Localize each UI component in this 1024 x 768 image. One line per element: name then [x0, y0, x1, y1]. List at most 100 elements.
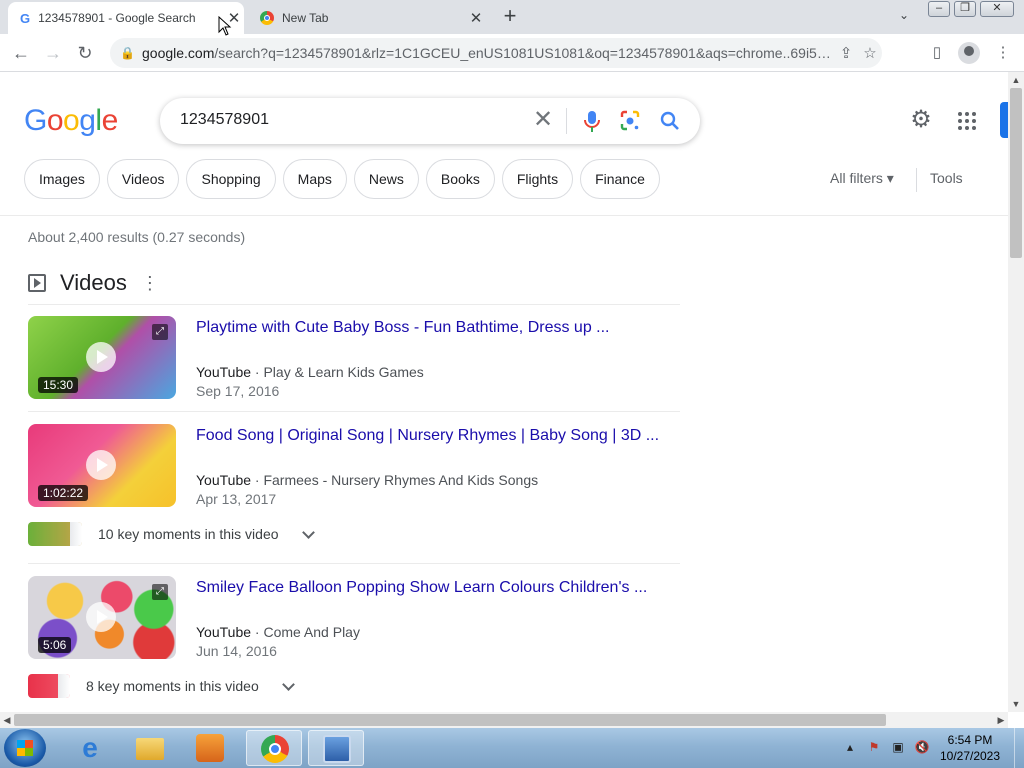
- vertical-scroll-thumb[interactable]: [1010, 88, 1022, 258]
- minimize-button[interactable]: –: [928, 1, 950, 17]
- scroll-right-arrow-icon[interactable]: ▶: [994, 712, 1008, 728]
- search-box[interactable]: 1234578901 ✕: [160, 98, 700, 144]
- start-button[interactable]: [4, 729, 46, 767]
- chrome-favicon-icon: [260, 11, 274, 25]
- chip-videos[interactable]: Videos: [106, 159, 180, 199]
- remote-desktop-icon: [323, 735, 351, 763]
- scroll-left-arrow-icon[interactable]: ◀: [0, 712, 14, 728]
- chevron-down-icon[interactable]: [281, 679, 295, 693]
- key-moments-thumbnail: [28, 674, 70, 698]
- chip-shopping[interactable]: Shopping: [186, 159, 276, 199]
- network-icon[interactable]: ▣: [890, 740, 906, 756]
- folder-icon: [136, 738, 164, 760]
- google-apps-grid-icon[interactable]: [958, 112, 976, 130]
- tab-title: New Tab: [282, 11, 329, 25]
- new-tab-button[interactable]: +: [498, 5, 522, 29]
- video-date: Apr 13, 2017: [196, 491, 277, 507]
- search-input[interactable]: 1234578901: [180, 111, 269, 129]
- taskbar-internet-explorer[interactable]: e: [62, 730, 118, 766]
- scroll-down-arrow-icon[interactable]: ▼: [1009, 696, 1023, 712]
- settings-gear-icon[interactable]: ⚙: [909, 108, 933, 132]
- search-divider: [566, 108, 567, 134]
- video-title-link[interactable]: Food Song | Original Song | Nursery Rhym…: [196, 427, 666, 445]
- all-filters-button[interactable]: All filters ▾: [830, 170, 894, 187]
- tab-title: 1234578901 - Google Search: [38, 11, 196, 25]
- clear-search-icon[interactable]: ✕: [530, 107, 556, 133]
- forward-button[interactable]: →: [40, 40, 66, 66]
- google-favicon-icon: G: [20, 10, 31, 26]
- reload-button[interactable]: ↻: [72, 40, 98, 66]
- search-results-page: Google 1234578901 ✕ ⚙ Images Videos Shop…: [0, 72, 1008, 712]
- key-moments-toggle[interactable]: 8 key moments in this video: [28, 674, 295, 698]
- video-meta: YouTube · Come And Play: [196, 624, 360, 640]
- play-icon: [86, 342, 116, 372]
- bookmark-star-icon[interactable]: ☆: [858, 44, 882, 62]
- video-title-link[interactable]: Playtime with Cute Baby Boss - Fun Batht…: [196, 319, 666, 337]
- chip-finance[interactable]: Finance: [580, 159, 660, 199]
- more-options-icon[interactable]: ⋮: [141, 274, 159, 292]
- microphone-icon[interactable]: [580, 108, 604, 134]
- header-divider: [0, 215, 1008, 216]
- key-moments-label: 8 key moments in this video: [86, 678, 259, 694]
- video-thumbnail[interactable]: 1:02:22: [28, 424, 176, 507]
- google-lens-icon[interactable]: [618, 108, 642, 134]
- scroll-up-arrow-icon[interactable]: ▲: [1009, 72, 1023, 88]
- share-icon[interactable]: ⇪: [834, 44, 858, 62]
- tab-strip: G 1234578901 - Google Search ✕ New Tab ✕…: [0, 0, 1024, 34]
- horizontal-scroll-thumb[interactable]: [14, 714, 886, 726]
- google-logo[interactable]: Google: [24, 104, 118, 138]
- chevron-down-icon[interactable]: [301, 527, 315, 541]
- show-desktop-button[interactable]: [1014, 728, 1024, 768]
- clock-time: 6:54 PM: [947, 733, 993, 747]
- close-tab-icon[interactable]: ✕: [466, 9, 486, 27]
- lock-icon[interactable]: 🔒: [120, 46, 135, 60]
- tab-search-chevron-icon[interactable]: ⌄: [894, 8, 914, 26]
- videos-heading: Videos: [60, 270, 127, 295]
- expand-icon[interactable]: ⤢: [152, 584, 168, 600]
- taskbar-remote-desktop[interactable]: [308, 730, 364, 766]
- menu-kebab-icon[interactable]: ⋮: [992, 42, 1014, 64]
- video-duration: 15:30: [38, 377, 79, 393]
- chrome-icon: [261, 735, 289, 763]
- restore-button[interactable]: ❐: [954, 1, 976, 17]
- chip-books[interactable]: Books: [425, 159, 495, 199]
- chip-maps[interactable]: Maps: [282, 159, 347, 199]
- video-play-icon: [28, 274, 46, 292]
- address-bar[interactable]: 🔒 google.com/search?q=1234578901&rlz=1C1…: [110, 38, 882, 68]
- taskbar-media-player[interactable]: [182, 730, 238, 766]
- search-icon[interactable]: [658, 108, 682, 134]
- media-player-icon: [196, 734, 224, 762]
- tools-button[interactable]: Tools: [930, 170, 963, 186]
- key-moments-toggle[interactable]: 10 key moments in this video: [28, 522, 315, 546]
- video-title-link[interactable]: Smiley Face Balloon Popping Show Learn C…: [196, 579, 666, 597]
- chip-images[interactable]: Images: [24, 159, 100, 199]
- tab-new-tab[interactable]: New Tab ✕: [250, 2, 486, 34]
- taskbar-chrome[interactable]: [246, 730, 302, 766]
- video-meta: YouTube · Play & Learn Kids Games: [196, 364, 424, 380]
- sign-in-button[interactable]: [1000, 102, 1008, 138]
- chip-news[interactable]: News: [353, 159, 419, 199]
- show-hidden-icons-chevron-icon[interactable]: ▴: [842, 740, 858, 756]
- result-stats: About 2,400 results (0.27 seconds): [28, 229, 246, 245]
- video-thumbnail[interactable]: ⤢ 15:30: [28, 316, 176, 399]
- play-icon: [86, 450, 116, 480]
- action-center-flag-icon[interactable]: ⚑: [866, 740, 882, 756]
- tab-google-search[interactable]: G 1234578901 - Google Search ✕: [8, 2, 244, 34]
- video-thumbnail[interactable]: ⤢ 5:06: [28, 576, 176, 659]
- taskbar-file-explorer[interactable]: [122, 730, 178, 766]
- volume-muted-icon[interactable]: 🔇: [914, 740, 930, 756]
- video-duration: 1:02:22: [38, 485, 89, 501]
- expand-icon[interactable]: ⤢: [152, 324, 168, 340]
- profile-avatar[interactable]: [958, 42, 980, 64]
- video-meta: YouTube · Farmees - Nursery Rhymes And K…: [196, 472, 539, 488]
- windows-taskbar: e ▴ ⚑ ▣ 🔇 6:54 PM 10/27/2023: [0, 728, 1024, 768]
- internet-explorer-icon: e: [82, 732, 98, 763]
- chip-flights[interactable]: Flights: [501, 159, 574, 199]
- back-button[interactable]: ←: [8, 40, 34, 66]
- close-window-button[interactable]: ✕: [980, 1, 1014, 17]
- side-panel-icon[interactable]: ▯: [926, 42, 948, 64]
- play-icon: [86, 602, 116, 632]
- video-date: Jun 14, 2016: [196, 643, 277, 659]
- video-date: Sep 17, 2016: [196, 383, 280, 399]
- system-clock[interactable]: 6:54 PM 10/27/2023: [934, 732, 1006, 764]
